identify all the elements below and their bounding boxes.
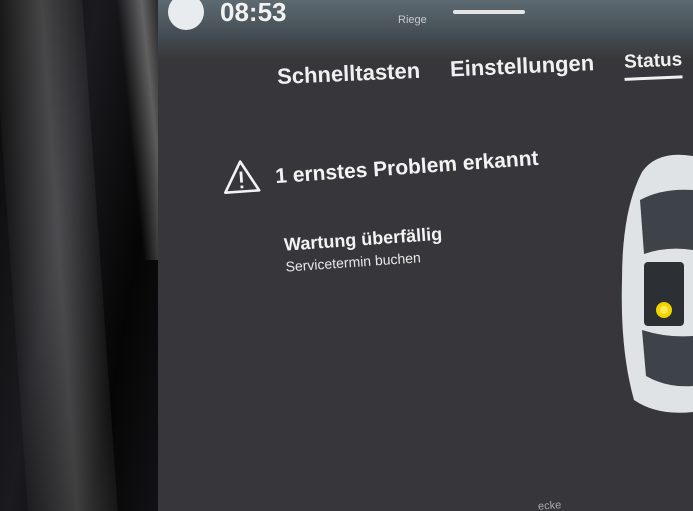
tab-status[interactable]: Status [623, 49, 683, 81]
car-illustration-icon [621, 154, 693, 413]
warning-triangle-icon [220, 157, 263, 201]
status-content: 1 ernstes Problem erkannt Wartung überfä… [220, 135, 587, 279]
alert-title: 1 ernstes Problem erkannt [274, 146, 540, 188]
tab-einstellungen[interactable]: Einstellungen [449, 50, 595, 88]
pull-down-handle[interactable] [453, 10, 525, 14]
map-street-label: Riege [398, 14, 427, 26]
clock: 08:53 [220, 0, 287, 27]
alert-row: 1 ernstes Problem erkannt [220, 135, 582, 201]
tab-schnelltasten[interactable]: Schnelltasten [277, 58, 421, 96]
profile-avatar[interactable] [168, 0, 204, 30]
service-item[interactable]: Wartung überfällig Servicetermin buchen [283, 214, 587, 275]
bottom-text: ecke [537, 499, 562, 511]
car-top-view [612, 150, 693, 420]
status-bar: 08:53 [168, 0, 287, 30]
